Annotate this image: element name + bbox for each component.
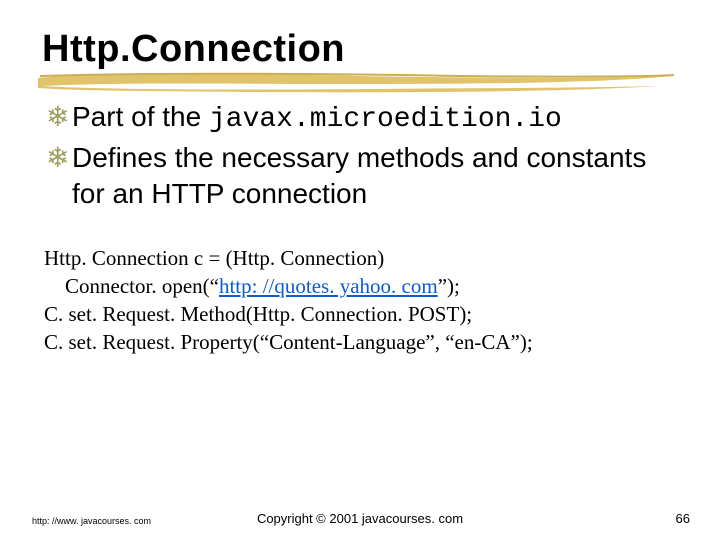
bullet-text: Defines the necessary methods and consta… xyxy=(72,140,678,212)
bullet-item: ❄ Part of the javax.microedition.io xyxy=(46,99,678,138)
bullet-text: Part of the javax.microedition.io xyxy=(72,99,678,138)
code-line: Http. Connection c = (Http. Connection) xyxy=(44,245,678,273)
footer: http: //www. javacourses. com Copyright … xyxy=(0,511,720,526)
bullet-list: ❄ Part of the javax.microedition.io ❄ De… xyxy=(42,99,678,211)
snowflake-icon: ❄ xyxy=(46,140,72,176)
slide: Http.Connection ❄ Part of the javax.micr… xyxy=(0,0,720,540)
title-underline xyxy=(36,70,678,94)
code-line: C. set. Request. Method(Http. Connection… xyxy=(44,301,678,329)
bullet-prefix: Part of the xyxy=(72,101,209,132)
code-text: ”); xyxy=(438,274,460,298)
bullet-code: javax.microedition.io xyxy=(209,104,562,135)
page-number: 66 xyxy=(676,511,690,526)
snowflake-icon: ❄ xyxy=(46,99,72,135)
code-snippet: Http. Connection c = (Http. Connection) … xyxy=(42,245,678,356)
title-area: Http.Connection xyxy=(42,28,678,71)
code-text: Connector. open(“ xyxy=(44,274,219,298)
bullet-item: ❄ Defines the necessary methods and cons… xyxy=(46,140,678,212)
code-line: Connector. open(“http: //quotes. yahoo. … xyxy=(44,273,678,301)
code-line: C. set. Request. Property(“Content-Langu… xyxy=(44,329,678,357)
code-url: http: //quotes. yahoo. com xyxy=(219,274,438,298)
bullet-prefix: Defines the necessary methods and consta… xyxy=(72,142,646,209)
footer-copyright: Copyright © 2001 javacourses. com xyxy=(0,511,720,526)
slide-title: Http.Connection xyxy=(42,28,678,71)
